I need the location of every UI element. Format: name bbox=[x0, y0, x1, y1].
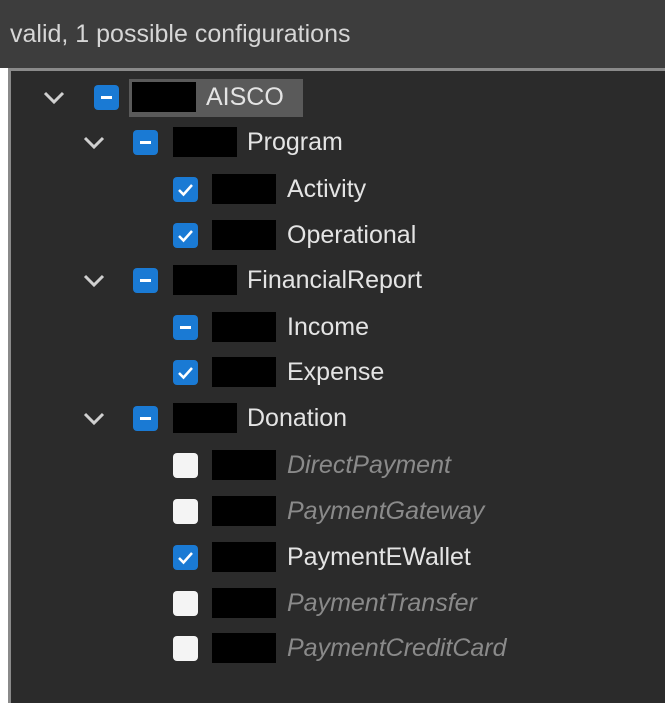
tree-node-label: PaymentEWallet bbox=[287, 543, 471, 571]
tree-node-label: Income bbox=[287, 313, 369, 341]
chevron-down-icon[interactable] bbox=[41, 77, 67, 117]
tree-node-directpayment[interactable]: DirectPayment bbox=[11, 445, 651, 485]
redacted-block bbox=[212, 357, 276, 387]
tree-node-label: DirectPayment bbox=[287, 451, 451, 479]
checkbox-partial[interactable] bbox=[94, 85, 119, 110]
chevron-down-icon[interactable] bbox=[81, 122, 107, 162]
tree-node-label: PaymentGateway bbox=[287, 497, 485, 525]
status-text: valid, 1 possible configurations bbox=[10, 20, 351, 48]
tree-node-activity[interactable]: Activity bbox=[11, 169, 651, 209]
redacted-block bbox=[212, 174, 276, 204]
tree-node-label: Expense bbox=[287, 358, 385, 386]
tree-node-label: AISCO bbox=[206, 83, 284, 111]
redacted-block bbox=[173, 127, 237, 157]
tree-node-program[interactable]: Program bbox=[11, 122, 651, 162]
redacted-block bbox=[212, 588, 276, 618]
tree-node-label: PaymentTransfer bbox=[287, 589, 477, 617]
redacted-block bbox=[212, 496, 276, 526]
redacted-block bbox=[212, 312, 276, 342]
checkbox-partial[interactable] bbox=[133, 268, 158, 293]
checkbox-unchecked[interactable] bbox=[173, 453, 198, 478]
chevron-down-icon[interactable] bbox=[81, 398, 107, 438]
tree-node-income[interactable]: Income bbox=[11, 307, 651, 347]
feature-tree-panel[interactable]: AISCO Program Activity Operational Finan… bbox=[8, 68, 665, 703]
redacted-block bbox=[212, 542, 276, 572]
redacted-block bbox=[212, 450, 276, 480]
redacted-block bbox=[212, 220, 276, 250]
tree-node-label: Donation bbox=[247, 404, 348, 432]
redacted-block bbox=[173, 265, 237, 295]
checkbox-checked[interactable] bbox=[173, 545, 198, 570]
tree-node-label: Operational bbox=[287, 221, 417, 249]
checkbox-checked[interactable] bbox=[173, 177, 198, 202]
tree-node-operational[interactable]: Operational bbox=[11, 215, 651, 255]
tree-node-label: Program bbox=[247, 128, 343, 156]
tree-node-paymentcreditcard[interactable]: PaymentCreditCard bbox=[11, 628, 651, 668]
tree-node-paymenttransfer[interactable]: PaymentTransfer bbox=[11, 583, 651, 623]
tree-node-label: Activity bbox=[287, 175, 367, 203]
checkbox-checked[interactable] bbox=[173, 360, 198, 385]
checkbox-unchecked[interactable] bbox=[173, 499, 198, 524]
tree-node-label: PaymentCreditCard bbox=[287, 634, 507, 662]
tree-node-root[interactable]: AISCO bbox=[11, 77, 651, 117]
tree-node-financialreport[interactable]: FinancialReport bbox=[11, 260, 651, 300]
redacted-block bbox=[212, 633, 276, 663]
checkbox-partial[interactable] bbox=[173, 315, 198, 340]
checkbox-unchecked[interactable] bbox=[173, 591, 198, 616]
chevron-down-icon[interactable] bbox=[81, 260, 107, 300]
redacted-block bbox=[132, 82, 196, 112]
tree-node-expense[interactable]: Expense bbox=[11, 352, 651, 392]
tree-node-paymentewallet[interactable]: PaymentEWallet bbox=[11, 537, 651, 577]
checkbox-unchecked[interactable] bbox=[173, 636, 198, 661]
tree-node-label: FinancialReport bbox=[247, 266, 423, 294]
status-bar: valid, 1 possible configurations bbox=[0, 0, 665, 68]
tree-node-paymentgateway[interactable]: PaymentGateway bbox=[11, 491, 651, 531]
checkbox-checked[interactable] bbox=[173, 223, 198, 248]
tree-node-donation[interactable]: Donation bbox=[11, 398, 651, 438]
checkbox-partial[interactable] bbox=[133, 406, 158, 431]
checkbox-partial[interactable] bbox=[133, 130, 158, 155]
redacted-block bbox=[173, 403, 237, 433]
